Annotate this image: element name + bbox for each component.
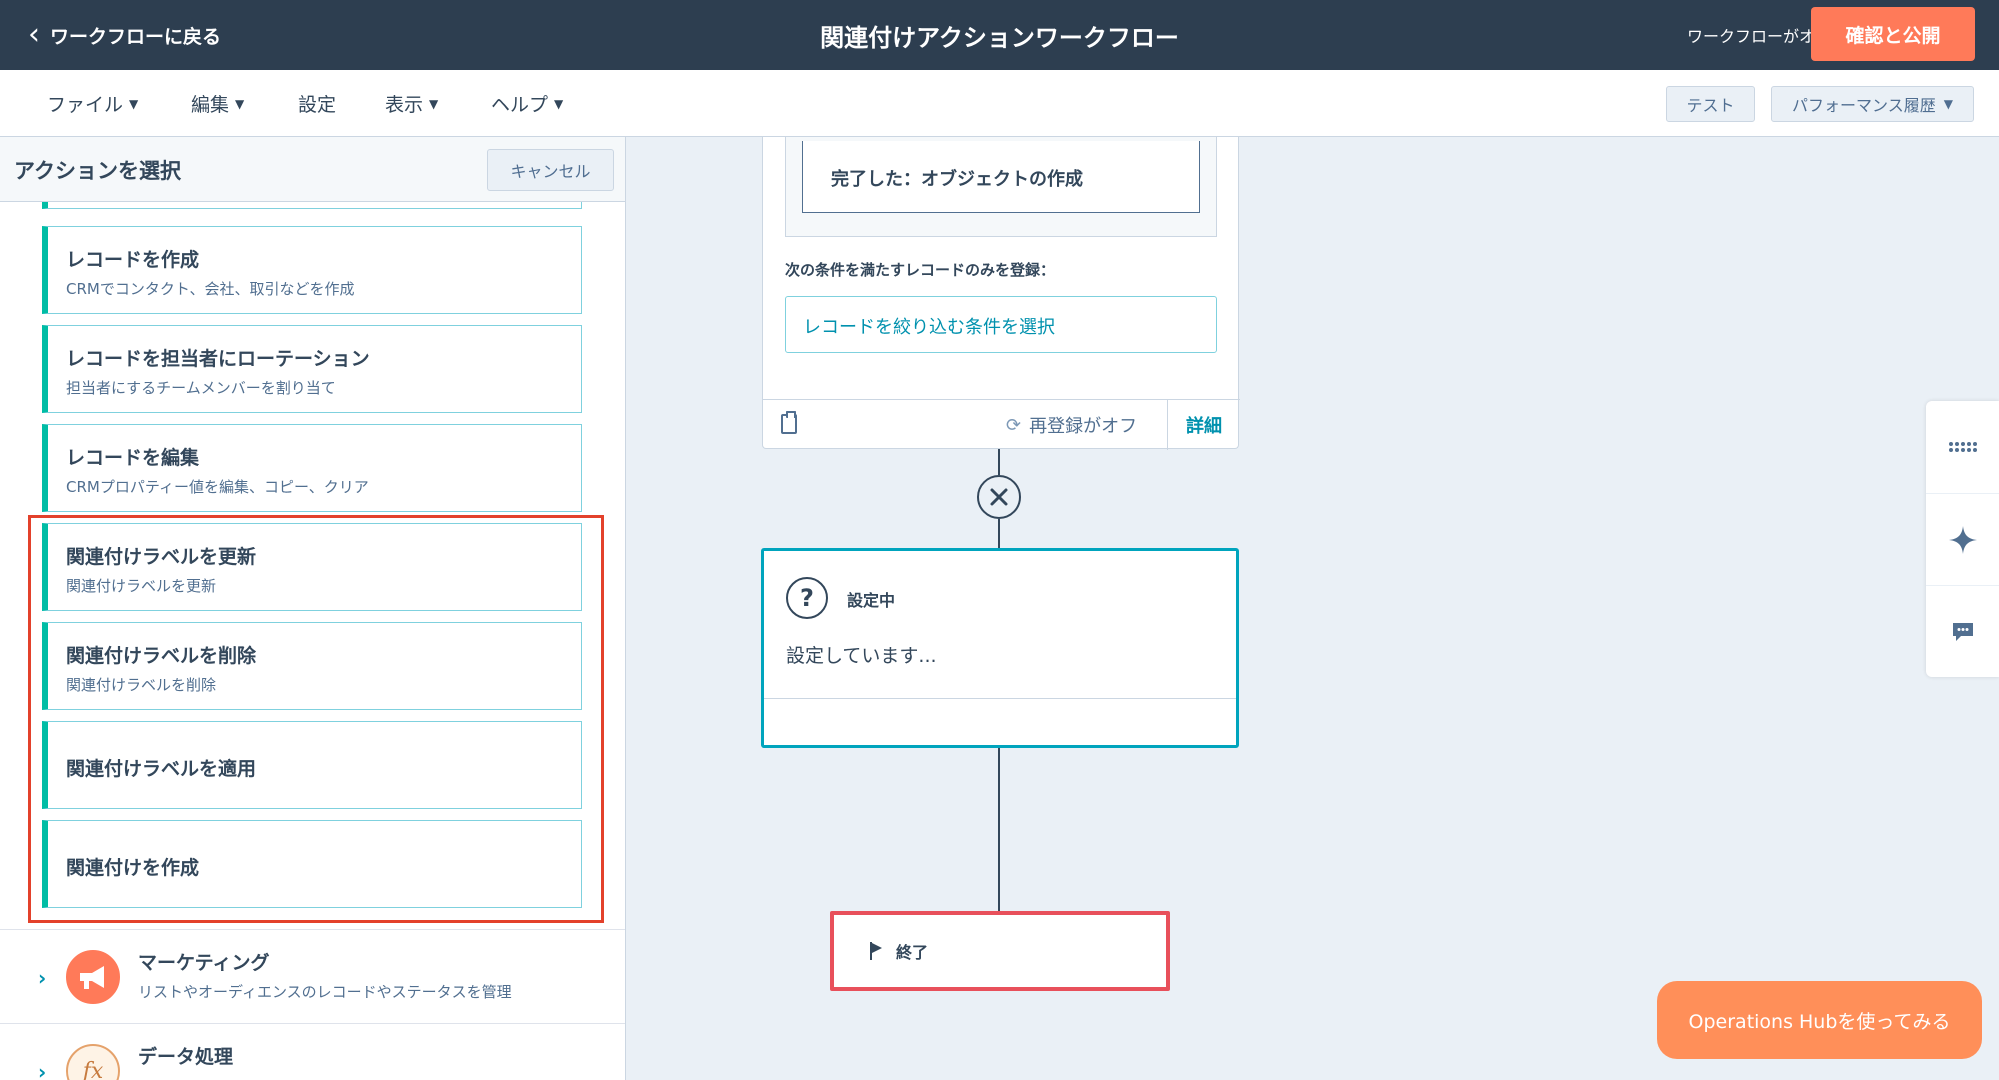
performance-history-button[interactable]: パフォーマンス履歴 ▼ <box>1771 86 1974 122</box>
action-card-title: レコードを担当者にローテーション <box>66 348 370 370</box>
top-bar: ‹ ワークフローに戻る 関連付けアクションワークフロー ワークフローがオフ 確認… <box>0 0 1999 70</box>
grid-tool[interactable] <box>1926 401 1999 493</box>
condition-label: 次の条件を満たすレコードのみを登録： <box>785 261 1056 279</box>
trigger-footer: ⟳ 再登録がオフ 詳細 <box>763 399 1240 450</box>
action-selector-panel: アクションを選択 キャンセル レコードを作成 CRMでコンタクト、会社、取引など… <box>0 137 626 1080</box>
grid-dots-icon <box>1948 442 1977 452</box>
category-marketing[interactable]: › マーケティング リストやオーディエンスのレコードやステータスを管理 <box>0 929 625 1023</box>
action-title: 設定中 <box>847 591 896 610</box>
delete-step-button[interactable] <box>977 475 1021 519</box>
reenroll-status[interactable]: ⟳ 再登録がオフ <box>1006 400 1137 450</box>
chevron-down-icon: ▼ <box>1943 97 1953 111</box>
action-card-create-record[interactable]: レコードを作成 CRMでコンタクト、会社、取引などを作成 <box>42 226 582 314</box>
sparkle-icon <box>1948 525 1977 554</box>
reenroll-label: 再登録がオフ <box>1029 416 1138 437</box>
ai-assist-tool[interactable] <box>1926 493 1999 585</box>
workflow-canvas: 完了した：オブジェクトの作成 次の条件を満たすレコードのみを登録： レコードを絞… <box>627 137 1999 1080</box>
category-title: データ処理 <box>138 1046 234 1068</box>
trigger-event[interactable]: 完了した：オブジェクトの作成 <box>802 141 1200 213</box>
menu-settings[interactable]: 設定 <box>298 70 336 137</box>
action-card-title: レコードを作成 <box>66 249 200 271</box>
condition-placeholder: レコードを絞り込む条件を選択 <box>803 317 1055 338</box>
action-card-title: レコードを編集 <box>66 447 200 469</box>
action-divider <box>764 698 1236 699</box>
condition-select[interactable]: レコードを絞り込む条件を選択 <box>785 296 1217 353</box>
megaphone-icon <box>66 950 120 1004</box>
back-to-workflows-link[interactable]: ‹ ワークフローに戻る <box>28 0 221 70</box>
chevron-left-icon: ‹ <box>28 17 40 52</box>
flag-icon <box>870 942 884 960</box>
chevron-down-icon: ▼ <box>429 96 439 111</box>
menu-view-label: 表示 <box>385 94 424 116</box>
chevron-down-icon: ▼ <box>235 96 245 111</box>
test-button[interactable]: テスト <box>1666 86 1755 122</box>
menu-file-label: ファイル <box>47 94 124 116</box>
performance-history-label: パフォーマンス履歴 <box>1792 96 1936 115</box>
menu-file[interactable]: ファイル ▼ <box>47 70 138 137</box>
menu-bar: ファイル ▼ 編集 ▼ 設定 表示 ▼ ヘルプ ▼ テスト パフォーマンス履歴 ▼ <box>0 70 1999 137</box>
review-and-publish-button[interactable]: 確認と公開 <box>1811 7 1975 61</box>
action-card-title: 関連付けラベルを更新 <box>66 546 257 568</box>
connector-line <box>998 449 1000 475</box>
function-icon: fx <box>66 1044 120 1080</box>
category-title: マーケティング <box>138 952 270 974</box>
clipboard-icon[interactable] <box>781 411 797 434</box>
end-node[interactable]: 終了 <box>830 911 1170 991</box>
connector-line <box>998 519 1000 548</box>
end-content: 終了 <box>870 939 928 963</box>
chevron-down-icon: ▼ <box>129 96 139 111</box>
trigger-event-text: 完了した：オブジェクトの作成 <box>831 169 1083 190</box>
comment-icon <box>1952 622 1973 641</box>
pending-action-card[interactable]: ? 設定中 設定しています... <box>761 548 1239 748</box>
cancel-button[interactable]: キャンセル <box>487 149 614 191</box>
action-body: 設定しています... <box>786 645 937 667</box>
menu-help-label: ヘルプ <box>491 94 549 116</box>
action-card-desc: 関連付けラベルを削除 <box>66 676 217 694</box>
action-card-desc: CRMでコンタクト、会社、取引などを作成 <box>66 280 355 298</box>
category-desc: リストやオーディエンスのレコードやステータスを管理 <box>138 983 512 1001</box>
action-card-edit-record[interactable]: レコードを編集 CRMプロパティー値を編集、コピー、クリア <box>42 424 582 512</box>
menu-edit-label: 編集 <box>191 94 230 116</box>
chevron-right-icon: › <box>38 1060 47 1080</box>
menu-settings-label: 設定 <box>298 94 337 116</box>
action-card-desc: CRMプロパティー値を編集、コピー、クリア <box>66 478 369 496</box>
panel-title: アクションを選択 <box>14 158 181 183</box>
action-card-rotate-record[interactable]: レコードを担当者にローテーション 担当者にするチームメンバーを割り当て <box>42 325 582 413</box>
connector-line <box>998 748 1000 911</box>
action-card-apply-association-label[interactable]: 関連付けラベルを適用 <box>42 721 582 809</box>
close-icon <box>990 488 1008 506</box>
operations-hub-button[interactable]: Operations Hubを使ってみる <box>1657 981 1982 1059</box>
action-card-desc: 担当者にするチームメンバーを割り当て <box>66 379 336 397</box>
category-data-processing[interactable]: › fx データ処理 <box>0 1023 625 1080</box>
chevron-down-icon: ▼ <box>554 96 564 111</box>
action-card-update-association-label[interactable]: 関連付けラベルを更新 関連付けラベルを更新 <box>42 523 582 611</box>
panel-header: アクションを選択 キャンセル <box>0 137 625 202</box>
action-card-title: 関連付けラベルを削除 <box>66 645 257 667</box>
action-card-delete-association-label[interactable]: 関連付けラベルを削除 関連付けラベルを削除 <box>42 622 582 710</box>
workflow-status: ワークフローがオフ <box>1686 27 1831 46</box>
comments-tool[interactable] <box>1926 585 1999 677</box>
back-label: ワークフローに戻る <box>50 25 222 48</box>
menu-edit[interactable]: 編集 ▼ <box>191 70 244 137</box>
action-card-title: 関連付けを作成 <box>66 857 200 879</box>
chevron-right-icon: › <box>38 966 47 990</box>
question-icon: ? <box>786 577 828 619</box>
menu-view[interactable]: 表示 ▼ <box>385 70 438 137</box>
end-label: 終了 <box>896 943 929 962</box>
trigger-event-container: 完了した：オブジェクトの作成 <box>785 137 1217 237</box>
action-card-create-association[interactable]: 関連付けを作成 <box>42 820 582 908</box>
side-toolbar <box>1926 401 1999 677</box>
refresh-icon: ⟳ <box>1006 414 1022 436</box>
action-card-title: 関連付けラベルを適用 <box>66 758 257 780</box>
trigger-card[interactable]: 完了した：オブジェクトの作成 次の条件を満たすレコードのみを登録： レコードを絞… <box>762 137 1240 450</box>
action-card-desc: 関連付けラベルを更新 <box>66 577 217 595</box>
menu-help[interactable]: ヘルプ ▼ <box>491 70 563 137</box>
details-link[interactable]: 詳細 <box>1167 400 1240 450</box>
